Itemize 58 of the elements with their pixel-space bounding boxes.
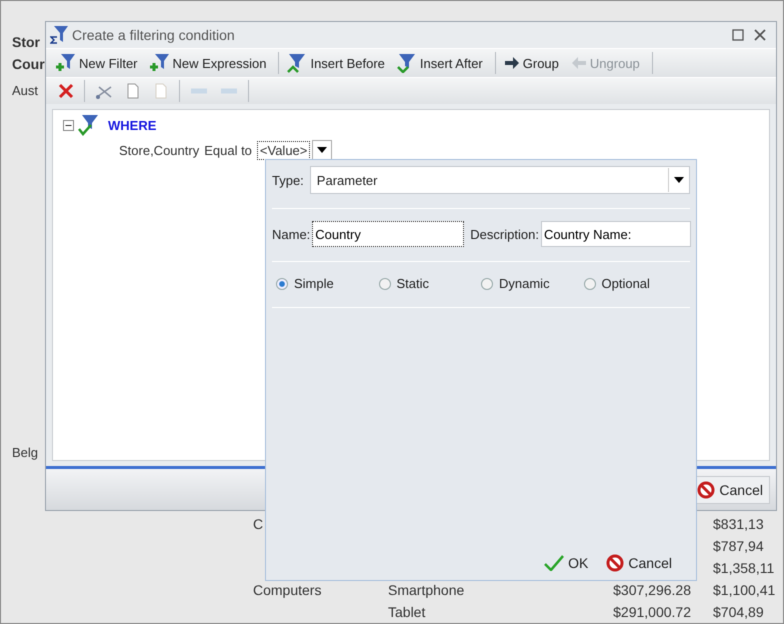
table-cell: $307,296.28 bbox=[613, 582, 691, 598]
cancel-button[interactable]: Cancel bbox=[606, 554, 672, 572]
toolbar-button[interactable]: Insert Before bbox=[283, 53, 393, 73]
table-cell: $831,13 bbox=[713, 516, 764, 532]
table-cell: Smartphone bbox=[388, 582, 464, 598]
collapse-icon[interactable] bbox=[63, 120, 74, 130]
table-cell: C bbox=[253, 516, 264, 532]
description-field[interactable]: Country Name: bbox=[540, 221, 691, 247]
dropdown-button[interactable] bbox=[312, 140, 332, 160]
close-icon[interactable] bbox=[754, 29, 766, 41]
row-label: Aust bbox=[12, 83, 38, 98]
cancel-icon bbox=[697, 480, 716, 498]
toolbar-button[interactable]: New Expression bbox=[146, 53, 274, 73]
document-icon bbox=[125, 82, 141, 100]
funnel-check-icon bbox=[78, 114, 100, 136]
radio-option[interactable]: Dynamic bbox=[481, 276, 584, 291]
radio-option[interactable]: Static bbox=[378, 276, 481, 291]
radio-option[interactable]: Optional bbox=[584, 276, 686, 291]
caret-icon bbox=[317, 147, 328, 153]
dialog-title: Create a filtering condition bbox=[72, 27, 235, 43]
radio-button[interactable] bbox=[378, 278, 390, 290]
column-header: Stor bbox=[12, 33, 40, 52]
description-label: Description: bbox=[470, 226, 539, 242]
toolbar-button[interactable]: Insert After bbox=[392, 53, 491, 73]
cancel-icon bbox=[606, 554, 624, 572]
funnel-sigma-icon bbox=[50, 25, 70, 45]
funnel-plus-icon bbox=[56, 53, 76, 73]
table-cell: $1,100,41 bbox=[713, 582, 776, 598]
table-cell: Tablet bbox=[388, 604, 426, 620]
clipboard-icon bbox=[153, 82, 169, 100]
toolbar-button[interactable]: Group bbox=[500, 56, 567, 70]
table-cell: $1,358,11 bbox=[713, 560, 774, 576]
table-cell: $704,89 bbox=[713, 604, 764, 620]
name-field[interactable]: Country bbox=[312, 221, 464, 247]
checkmark-icon bbox=[544, 555, 564, 571]
ok-button[interactable]: OK bbox=[544, 554, 588, 572]
type-dropdown[interactable]: Parameter bbox=[310, 166, 690, 194]
table-cell: $787,94 bbox=[713, 538, 764, 554]
condition-operator[interactable]: Equal to bbox=[204, 142, 252, 158]
type-label: Type: bbox=[272, 172, 304, 188]
condition-field[interactable]: Store,Country bbox=[119, 142, 200, 158]
radio-button[interactable] bbox=[481, 278, 493, 290]
left-arrow-icon bbox=[570, 56, 587, 70]
toolbar-button[interactable]: New Filter bbox=[52, 53, 146, 73]
radio-button[interactable] bbox=[584, 278, 596, 290]
delete-icon bbox=[58, 83, 74, 99]
radio-option[interactable]: Simple bbox=[276, 276, 378, 291]
maximize-icon[interactable] bbox=[732, 29, 744, 41]
caret-icon bbox=[674, 177, 684, 183]
column-header: Cour bbox=[12, 55, 45, 74]
right-arrow-icon bbox=[504, 56, 520, 70]
row-label: Belg bbox=[12, 445, 38, 460]
table-cell: $291,000.72 bbox=[613, 604, 691, 620]
radio-button[interactable] bbox=[276, 278, 288, 290]
table-cell: Computers bbox=[253, 582, 322, 598]
where-label[interactable]: WHERE bbox=[108, 118, 156, 132]
funnel-plus-icon bbox=[150, 53, 170, 73]
name-label: Name: bbox=[272, 226, 310, 242]
